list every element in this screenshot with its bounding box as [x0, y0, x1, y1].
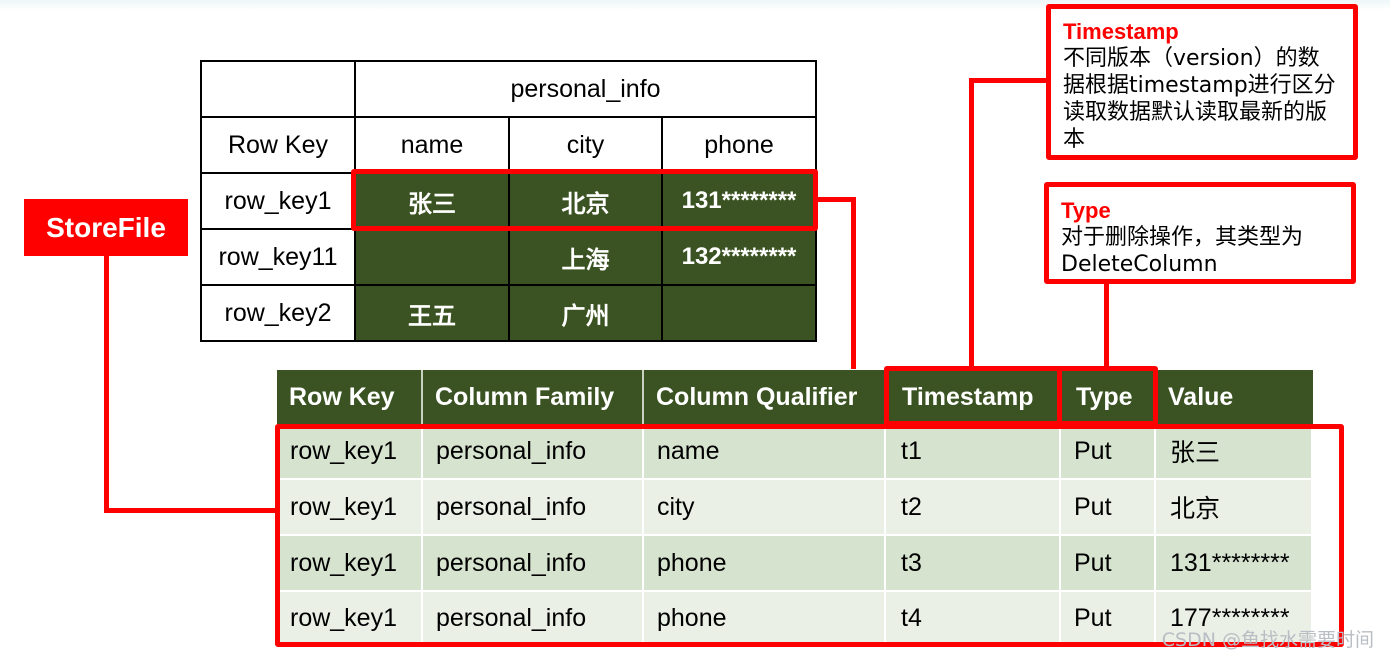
storefile-label: StoreFile: [24, 199, 188, 256]
header-value: Value: [1156, 370, 1313, 424]
city-cell: 广州: [508, 284, 663, 342]
header-city: city: [508, 116, 663, 174]
type-header-highlight: [1057, 366, 1158, 426]
connector-line: [104, 255, 109, 513]
row-key-cell: row_key2: [200, 284, 356, 342]
callout-line: DeleteColumn: [1061, 252, 1218, 277]
callout-title: Type: [1061, 198, 1111, 223]
callout-line: 据根据timestamp进行区分: [1063, 73, 1336, 98]
callout-line: 读取数据默认读取最新的版: [1063, 100, 1328, 125]
city-cell: 上海: [508, 228, 663, 286]
corner-cell: [200, 60, 356, 118]
callout-line: 对于删除操作，其类型为: [1061, 225, 1304, 250]
timestamp-header-highlight: [884, 366, 1062, 426]
callout-title: Timestamp: [1063, 19, 1179, 44]
name-cell: 王五: [354, 284, 510, 342]
row-key-cell: row_key11: [200, 228, 356, 286]
type-callout: Type 对于删除操作，其类型为 DeleteColumn: [1044, 182, 1356, 284]
rows-highlight-box: [275, 424, 1344, 647]
name-cell: [354, 228, 510, 286]
phone-cell: [661, 284, 817, 342]
header-column-qualifier: Column Qualifier: [644, 370, 886, 424]
row-highlight-box: [351, 169, 818, 231]
connector-line: [969, 78, 974, 368]
callout-line: 不同版本（version）的数: [1063, 46, 1320, 71]
row-key-cell: row_key1: [200, 172, 356, 230]
column-family-header: personal_info: [354, 60, 817, 118]
header-name: name: [354, 116, 510, 174]
phone-cell: 132********: [661, 228, 817, 286]
connector-line: [104, 508, 280, 513]
connector-line: [1104, 282, 1109, 368]
header-column-family: Column Family: [423, 370, 644, 424]
header-row-key: Row Key: [200, 116, 356, 174]
connector-line: [851, 197, 856, 369]
connector-line: [816, 197, 856, 202]
watermark: CSDN @鱼找水需要时间: [1161, 629, 1374, 651]
callout-line: 本: [1063, 127, 1086, 152]
header-row-key: Row Key: [277, 370, 423, 424]
connector-line: [969, 78, 1049, 83]
timestamp-callout: Timestamp 不同版本（version）的数 据根据timestamp进行…: [1046, 4, 1358, 160]
header-phone: phone: [661, 116, 817, 174]
